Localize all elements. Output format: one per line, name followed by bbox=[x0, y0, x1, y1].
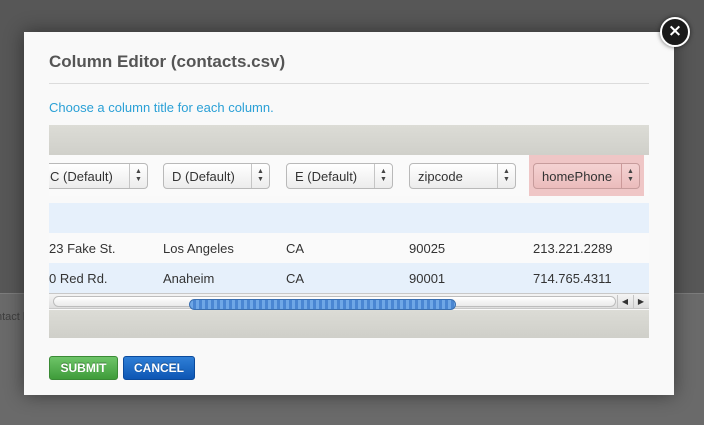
title-divider bbox=[49, 83, 649, 84]
table-cell: 0 Red Rd. bbox=[49, 271, 108, 286]
close-icon[interactable]: × bbox=[660, 17, 690, 47]
grid-header-bar bbox=[49, 125, 649, 155]
table-cell: Anaheim bbox=[163, 271, 215, 286]
column-select-value: zipcode bbox=[418, 169, 463, 184]
modal-title: Column Editor (contacts.csv) bbox=[49, 52, 286, 71]
select-arrows-icon: ▲ ▼ bbox=[129, 164, 147, 188]
column-editor-modal: Column Editor (contacts.csv) Choose a co… bbox=[24, 32, 674, 395]
select-arrows-icon: ▲ ▼ bbox=[497, 164, 515, 188]
scroll-left-icon[interactable]: ◀ bbox=[617, 295, 632, 308]
select-arrows-icon: ▲ ▼ bbox=[251, 164, 269, 188]
instructions-text: Choose a column title for each column. bbox=[49, 100, 274, 115]
column-select-d[interactable]: D (Default) ▲ ▼ bbox=[163, 163, 270, 189]
column-select-e[interactable]: E (Default) ▲ ▼ bbox=[286, 163, 393, 189]
column-select-value: E (Default) bbox=[295, 169, 358, 184]
select-arrows-icon: ▲ ▼ bbox=[374, 164, 392, 188]
column-select-homephone[interactable]: homePhone ▲ ▼ bbox=[533, 163, 640, 189]
submit-button[interactable]: SUBMIT bbox=[49, 356, 118, 380]
table-cell: Los Angeles bbox=[163, 241, 234, 256]
scroll-right-icon[interactable]: ▶ bbox=[633, 295, 648, 308]
cancel-button[interactable]: CANCEL bbox=[123, 356, 195, 380]
table-cell: 90001 bbox=[409, 271, 446, 286]
column-select-zipcode[interactable]: zipcode ▲ ▼ bbox=[409, 163, 516, 189]
background-partial-text: ntact l bbox=[0, 311, 25, 323]
scrollbar-thumb[interactable] bbox=[189, 299, 456, 310]
column-select-value: D (Default) bbox=[172, 169, 235, 184]
grid-spacer-row bbox=[49, 203, 649, 233]
horizontal-scrollbar[interactable]: ◀ ▶ bbox=[49, 293, 649, 310]
table-cell: 23 Fake St. bbox=[49, 241, 116, 256]
column-select-row: C (Default) ▲ ▼ D (Default) ▲ ▼ E (Default… bbox=[49, 155, 649, 196]
table-cell: CA bbox=[286, 271, 305, 286]
select-arrows-icon: ▲ ▼ bbox=[621, 164, 639, 188]
grid-footer-bar bbox=[49, 310, 649, 338]
table-cell: 213.221.2289 bbox=[533, 241, 613, 256]
table-cell: CA bbox=[286, 241, 305, 256]
column-select-c[interactable]: C (Default) ▲ ▼ bbox=[49, 163, 148, 189]
table-row: 23 Fake St. Los Angeles CA 90025 213.221… bbox=[49, 233, 649, 263]
table-cell: 90025 bbox=[409, 241, 446, 256]
table-cell: 714.765.4311 bbox=[533, 271, 612, 286]
table-row: 0 Red Rd. Anaheim CA 90001 714.765.4311 bbox=[49, 263, 649, 293]
scrollbar-track[interactable] bbox=[53, 296, 616, 310]
column-grid: C (Default) ▲ ▼ D (Default) ▲ ▼ E (Default… bbox=[49, 125, 649, 338]
column-select-value: homePhone bbox=[542, 169, 613, 184]
column-select-value: C (Default) bbox=[50, 169, 113, 184]
